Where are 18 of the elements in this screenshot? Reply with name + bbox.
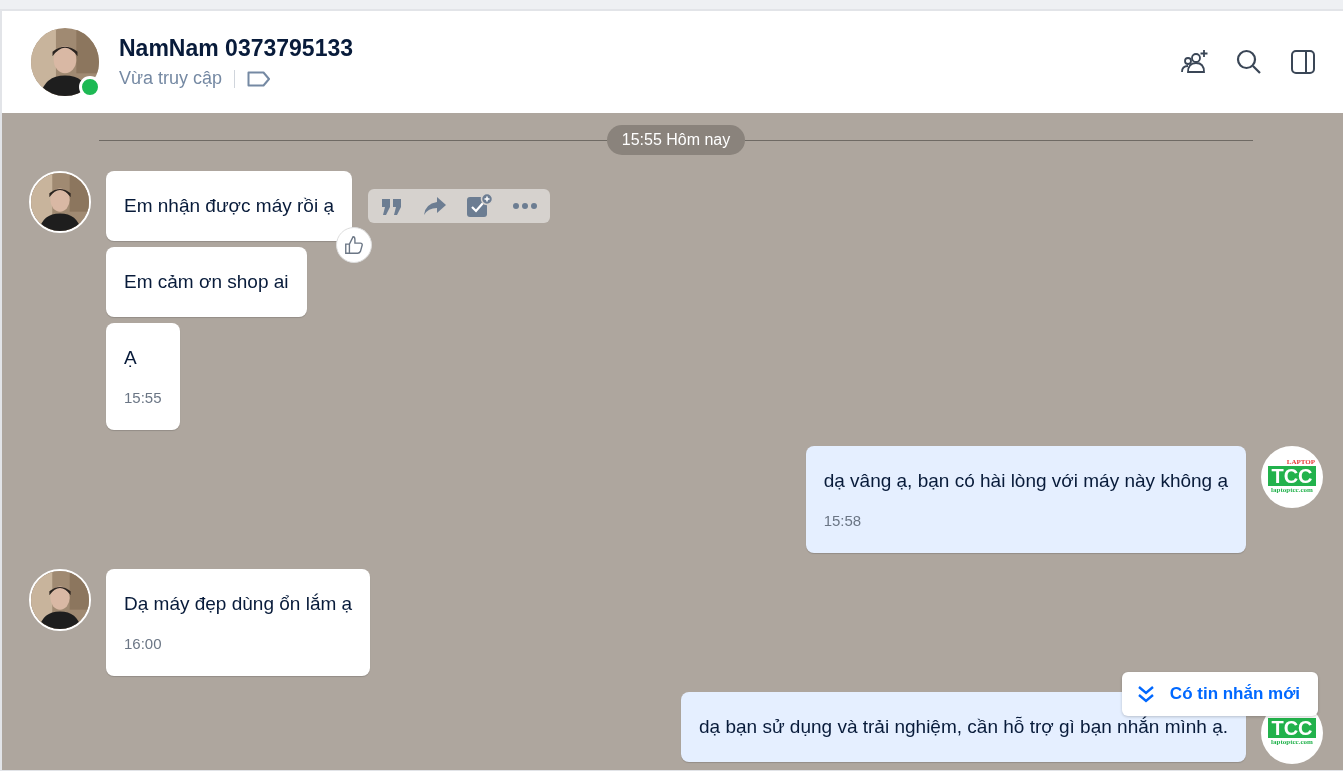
- tag-icon[interactable]: [247, 70, 272, 87]
- forward-icon[interactable]: [422, 195, 448, 217]
- last-seen-status: Vừa truy cập: [119, 68, 223, 89]
- contact-name: NamNam 0373795133: [119, 35, 354, 62]
- message-text: Dạ máy đẹp dùng ổn lắm ạ: [124, 593, 353, 615]
- message-text: Ạ: [124, 347, 138, 369]
- message-time: 15:58: [823, 512, 863, 529]
- message-time: 15:55: [124, 389, 162, 406]
- message-text: Em nhận được máy rồi ạ: [124, 195, 334, 217]
- message-text: dạ vâng ạ, bạn có hài lòng với máy này không ạ: [823, 470, 1228, 492]
- like-icon[interactable]: [336, 227, 372, 263]
- date-divider: 15:55 Hôm nay: [606, 125, 746, 155]
- new-messages-button[interactable]: Có tin nhắn mới: [1121, 672, 1318, 716]
- message-time: 16:00: [124, 635, 163, 652]
- add-task-icon[interactable]: [466, 193, 494, 219]
- more-icon[interactable]: [512, 202, 538, 210]
- message-text: dạ bạn sử dụng và trải nghiệm, cần hỗ trợ gì bạn nhắn mình ạ.: [699, 716, 1228, 738]
- message-text: Em cảm ơn shop ai: [124, 271, 289, 293]
